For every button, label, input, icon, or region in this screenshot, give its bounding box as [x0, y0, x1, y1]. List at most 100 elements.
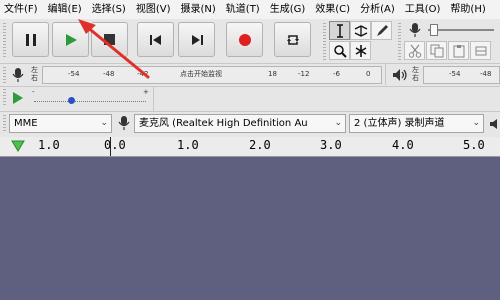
multi-tool-button[interactable]: [350, 41, 371, 60]
playback-scale-tick: -54: [449, 70, 461, 78]
trim-icon: [475, 46, 486, 55]
right-channel-label: 右: [412, 74, 419, 82]
cut-button[interactable]: [404, 41, 425, 60]
menu-analyze[interactable]: 分析(A): [355, 0, 400, 19]
timeline-tick-label: 4.0: [392, 138, 414, 152]
record-scale-tick: -42: [137, 70, 149, 78]
chevron-down-icon: ⌄: [472, 118, 480, 128]
skip-to-start-button[interactable]: [137, 22, 174, 57]
record-volume-thumb[interactable]: [430, 24, 438, 36]
track-area[interactable]: [0, 157, 500, 300]
divider: [0, 86, 500, 87]
microphone-icon: [118, 116, 130, 130]
edit-grip[interactable]: [398, 23, 401, 61]
audio-host-select[interactable]: MME ⌄: [9, 114, 112, 133]
recording-channels-value: 2 (立体声) 录制声道: [354, 118, 445, 129]
pencil-icon: [376, 24, 388, 36]
paste-icon: [453, 44, 464, 57]
stop-button[interactable]: [91, 22, 128, 57]
start-monitoring-prompt[interactable]: 点击开始监视: [180, 69, 222, 79]
timeline-tick-label: 2.0: [249, 138, 271, 152]
menu-edit[interactable]: 编辑(E): [43, 0, 87, 19]
speed-slider-thumb[interactable]: [68, 97, 75, 104]
menu-bar: 文件(F) 编辑(E) 选择(S) 视图(V) 摄录(N) 轨道(T) 生成(G…: [0, 0, 500, 19]
timeline-tick-label: 1.0: [177, 138, 199, 152]
record-scale-tick: -54: [68, 70, 80, 78]
device-grip[interactable]: [3, 115, 6, 133]
speed-grip[interactable]: [3, 89, 6, 107]
skip-start-icon: [149, 34, 161, 45]
timeline-tick-label: 1.0: [38, 138, 60, 152]
divider: [153, 87, 154, 111]
draw-tool-button[interactable]: [371, 21, 392, 40]
ibeam-icon: [336, 23, 343, 38]
timeline-tick-label: 3.0: [320, 138, 342, 152]
menu-tools[interactable]: 工具(O): [400, 0, 446, 19]
meter-channel-labels: 左 右: [31, 66, 38, 82]
recording-device-select[interactable]: 麦克风 (Realtek High Definition Au ⌄: [134, 114, 346, 133]
timeline-zero-marker: [110, 137, 111, 156]
envelope-icon: [354, 24, 367, 37]
magnifier-icon: [333, 44, 347, 58]
record-meter-mic-icon[interactable]: [12, 67, 24, 83]
copy-icon: [430, 44, 443, 57]
envelope-tool-button[interactable]: [350, 21, 371, 40]
audio-host-value: MME: [14, 118, 38, 129]
meter-grip[interactable]: [3, 67, 6, 85]
menu-record[interactable]: 摄录(N): [176, 0, 221, 19]
microphone-icon: [409, 23, 421, 37]
record-button[interactable]: [226, 22, 263, 57]
left-channel-label: 左: [412, 66, 419, 74]
divider: [385, 64, 386, 85]
skip-to-end-button[interactable]: [178, 22, 215, 57]
tools-grip[interactable]: [323, 23, 326, 61]
speed-slider[interactable]: [34, 101, 146, 102]
menu-effect[interactable]: 效果(C): [310, 0, 355, 19]
menu-tracks[interactable]: 轨道(T): [221, 0, 265, 19]
recording-device-value: 麦克风 (Realtek High Definition Au: [139, 118, 308, 129]
speaker-icon[interactable]: [489, 118, 500, 130]
selection-tool-button[interactable]: [329, 21, 350, 40]
menu-view[interactable]: 视图(V): [131, 0, 176, 19]
timeline-options-icon[interactable]: [11, 140, 25, 152]
menu-file[interactable]: 文件(F): [0, 0, 43, 19]
right-channel-label: 右: [31, 74, 38, 82]
record-icon: [238, 33, 251, 46]
menu-select[interactable]: 选择(S): [87, 0, 131, 19]
play-at-speed-icon[interactable]: [12, 91, 24, 105]
left-channel-label: 左: [31, 66, 38, 74]
toolbar-area: 左 右 -54 -48 -42 点击开始监视 18 -12 -6 0 左 右 -…: [0, 19, 500, 137]
play-icon: [65, 33, 77, 46]
toolbar-grip[interactable]: [3, 23, 6, 59]
divider: [0, 63, 500, 64]
play-button[interactable]: [52, 22, 89, 57]
divider: [0, 111, 500, 112]
trim-button[interactable]: [470, 41, 491, 60]
menu-help[interactable]: 帮助(H): [445, 0, 490, 19]
timeline-tick-label: 5.0: [463, 138, 485, 152]
loop-icon: [286, 34, 299, 45]
speaker-icon[interactable]: [392, 68, 408, 82]
copy-button[interactable]: [426, 41, 447, 60]
pause-button[interactable]: [12, 22, 49, 57]
record-scale-tick: -48: [103, 70, 115, 78]
record-scale-tick: -6: [333, 70, 340, 78]
record-scale-tick: 0: [366, 70, 371, 78]
playback-channel-labels: 左 右: [412, 66, 419, 82]
chevron-down-icon: ⌄: [334, 118, 342, 128]
timeline-ruler[interactable]: 1.0 0.0 1.0 2.0 3.0 4.0 5.0: [0, 137, 500, 157]
record-scale-tick: -12: [298, 70, 310, 78]
timeline-tick-label: 0.0: [104, 138, 126, 152]
zoom-tool-button[interactable]: [329, 41, 350, 60]
paste-button[interactable]: [448, 41, 469, 60]
speed-slider-max: +: [143, 88, 149, 96]
chevron-down-icon: ⌄: [100, 118, 108, 128]
pause-icon: [25, 33, 36, 46]
stop-icon: [103, 33, 115, 45]
loop-button[interactable]: [274, 22, 311, 57]
menu-generate[interactable]: 生成(G): [265, 0, 311, 19]
playback-scale-tick: -48: [480, 70, 492, 78]
record-scale-tick: 18: [268, 70, 277, 78]
recording-channels-select[interactable]: 2 (立体声) 录制声道 ⌄: [349, 114, 484, 133]
speed-slider-min: -: [32, 88, 35, 96]
